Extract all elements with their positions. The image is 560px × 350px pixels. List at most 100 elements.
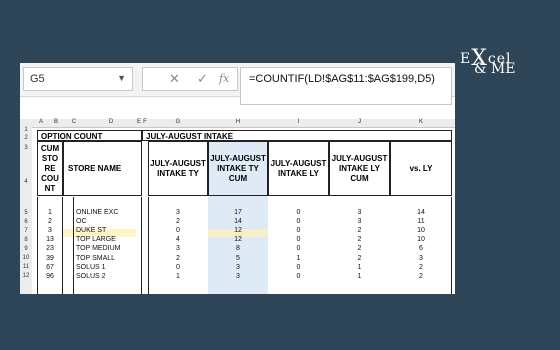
intake-header: JULY-AUGUST INTAKE <box>142 130 452 141</box>
cell-h[interactable]: 17 <box>208 209 268 217</box>
row-header-2[interactable]: 2 <box>20 135 32 141</box>
spreadsheet-window: G5 ▼ ✕ ✓ fx =COUNTIF(LD!$AG$11:$AG$199,D5… <box>20 63 455 294</box>
row-header-7[interactable]: 7 <box>20 228 32 234</box>
col-header-h[interactable]: H <box>208 119 268 125</box>
formula-input[interactable]: =COUNTIF(LD!$AG$11:$AG$199,D5) <box>240 67 452 105</box>
cancel-icon[interactable]: ✕ <box>169 71 180 87</box>
cell-c[interactable]: 1 <box>37 209 63 217</box>
cell-i[interactable]: 1 <box>268 255 329 263</box>
cell-j[interactable]: 2 <box>329 255 390 263</box>
intake-ty-cum-header: JULY-AUGUST INTAKE TY CUM <box>208 141 268 196</box>
cell-i[interactable]: 0 <box>268 218 329 226</box>
col-header-j[interactable]: J <box>329 119 390 125</box>
cell-k[interactable]: 3 <box>390 255 452 263</box>
cell-g[interactable]: 4 <box>148 236 208 244</box>
cell-k[interactable]: 10 <box>390 236 452 244</box>
cell-d[interactable]: TOP MEDIUM <box>76 245 140 253</box>
cell-g[interactable]: 0 <box>148 227 208 235</box>
cell-g[interactable]: 3 <box>148 209 208 217</box>
cell-i[interactable]: 0 <box>268 273 329 281</box>
cell-k[interactable]: 2 <box>390 264 452 272</box>
col-header-d[interactable]: D <box>86 119 136 125</box>
column-headers: A B C D E F G H I J K <box>20 119 455 128</box>
row-header-3[interactable]: 3 <box>20 145 32 151</box>
cell-j[interactable]: 1 <box>329 273 390 281</box>
cell-j[interactable]: 3 <box>329 218 390 226</box>
formula-buttons: ✕ ✓ fx <box>142 67 238 91</box>
intake-ly-header: JULY-AUGUST INTAKE LY <box>268 141 329 196</box>
excel-and-me-logo: EXcel & ME <box>452 44 536 84</box>
cell-c[interactable]: 23 <box>37 245 63 253</box>
row-header-9[interactable]: 9 <box>20 246 32 252</box>
col-header-g[interactable]: G <box>148 119 208 125</box>
row-header-12[interactable]: 12 <box>20 273 32 279</box>
cell-j[interactable]: 2 <box>329 236 390 244</box>
insert-function-icon[interactable]: fx <box>219 72 229 85</box>
cum-store-count-header: CUM STO RE COU NT <box>37 141 63 196</box>
col-header-i[interactable]: I <box>268 119 329 125</box>
cell-j[interactable]: 2 <box>329 245 390 253</box>
cell-g[interactable]: 2 <box>148 218 208 226</box>
store-name-header: STORE NAME <box>63 141 142 196</box>
cell-g[interactable]: 2 <box>148 255 208 263</box>
cell-h[interactable]: 5 <box>208 255 268 263</box>
cell-c[interactable]: 2 <box>37 218 63 226</box>
cell-j[interactable]: 1 <box>329 264 390 272</box>
cell-d[interactable]: OC <box>76 218 140 226</box>
vs-ly-header: vs. LY <box>390 141 452 196</box>
name-box[interactable]: G5 ▼ <box>23 67 133 91</box>
formula-bar: G5 ▼ ✕ ✓ fx =COUNTIF(LD!$AG$11:$AG$199,D5… <box>20 63 455 105</box>
cell-h[interactable]: 3 <box>208 273 268 281</box>
cell-c[interactable]: 67 <box>37 264 63 272</box>
cell-d[interactable]: ONLINE EXC <box>76 209 140 217</box>
cell-i[interactable]: 0 <box>268 209 329 217</box>
enter-icon[interactable]: ✓ <box>197 71 208 87</box>
row-header-4[interactable]: 4 <box>20 179 32 185</box>
cell-i[interactable]: 0 <box>268 236 329 244</box>
cell-d[interactable]: SOLUS 2 <box>76 273 140 281</box>
logo-e: E <box>460 51 472 67</box>
col-header-k[interactable]: K <box>390 119 452 125</box>
row-header-8[interactable]: 8 <box>20 237 32 243</box>
cell-j[interactable]: 2 <box>329 227 390 235</box>
row-header-6[interactable]: 6 <box>20 219 32 225</box>
grid-line <box>73 197 74 294</box>
cell-d[interactable]: TOP LARGE <box>76 236 140 244</box>
cell-i[interactable]: 0 <box>268 264 329 272</box>
cell-h[interactable]: 12 <box>208 236 268 244</box>
cell-i[interactable]: 0 <box>268 245 329 253</box>
cell-i[interactable]: 0 <box>268 227 329 235</box>
row-header-5[interactable]: 5 <box>20 210 32 216</box>
col-header-b[interactable]: B <box>50 119 62 125</box>
cell-c[interactable]: 13 <box>37 236 63 244</box>
cell-h[interactable]: 8 <box>208 245 268 253</box>
cell-d[interactable]: DUKE ST <box>76 227 140 235</box>
intake-ly-cum-header: JULY-AUGUST INTAKE LY CUM <box>329 141 390 196</box>
cell-h[interactable]: 3 <box>208 264 268 272</box>
cell-k[interactable]: 14 <box>390 209 452 217</box>
cell-h[interactable]: 12 <box>208 227 268 235</box>
cell-j[interactable]: 3 <box>329 209 390 217</box>
cell-d[interactable]: SOLUS 1 <box>76 264 140 272</box>
cell-d[interactable]: TOP SMALL <box>76 255 140 263</box>
row-header-11[interactable]: 11 <box>20 264 32 270</box>
row-header-10[interactable]: 10 <box>20 255 32 261</box>
cell-c[interactable]: 39 <box>37 255 63 263</box>
row-header-1[interactable]: 1 <box>20 127 32 133</box>
name-box-value: G5 <box>30 73 45 85</box>
cell-k[interactable]: 6 <box>390 245 452 253</box>
option-count-header: OPTION COUNT <box>37 130 142 141</box>
col-header-a[interactable]: A <box>32 119 50 125</box>
cell-g[interactable]: 1 <box>148 273 208 281</box>
col-header-c[interactable]: C <box>62 119 86 125</box>
cell-k[interactable]: 2 <box>390 273 452 281</box>
intake-ty-header: JULY-AUGUST INTAKE TY <box>148 141 208 196</box>
cell-g[interactable]: 0 <box>148 264 208 272</box>
chevron-down-icon[interactable]: ▼ <box>117 73 126 83</box>
cell-k[interactable]: 10 <box>390 227 452 235</box>
cell-c[interactable]: 96 <box>37 273 63 281</box>
cell-h[interactable]: 14 <box>208 218 268 226</box>
cell-k[interactable]: 11 <box>390 218 452 226</box>
cell-c[interactable]: 3 <box>37 227 63 235</box>
cell-g[interactable]: 3 <box>148 245 208 253</box>
